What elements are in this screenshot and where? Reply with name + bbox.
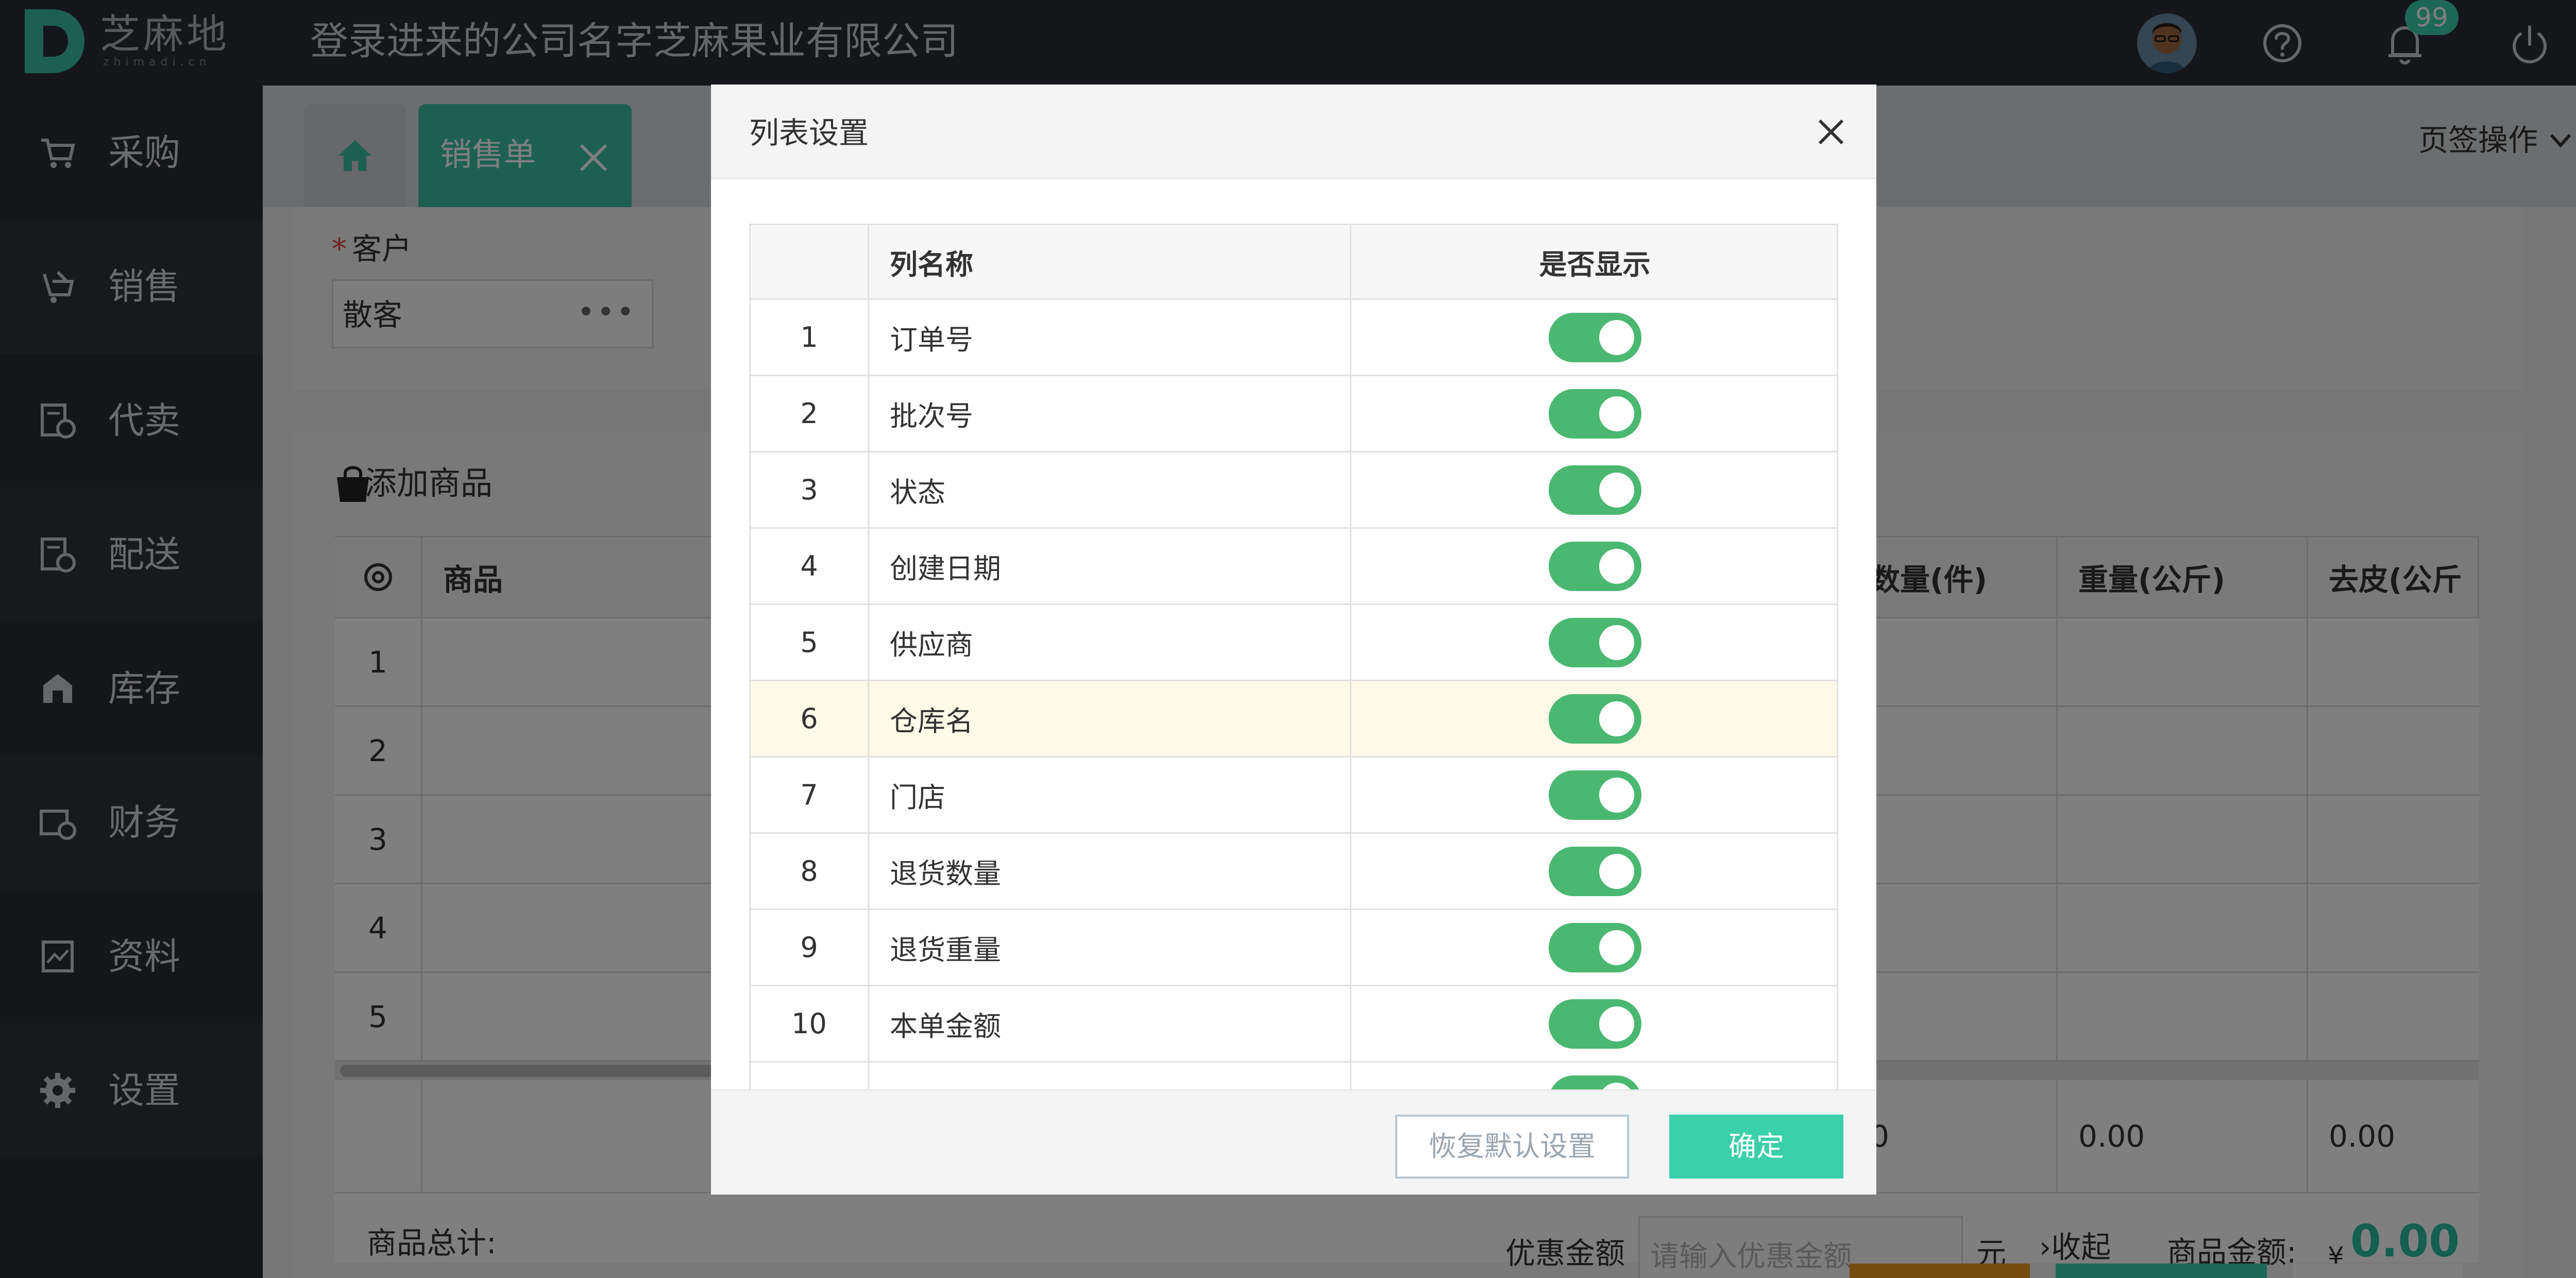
show-toggle[interactable] (1548, 846, 1641, 896)
show-toggle[interactable] (1548, 1075, 1641, 1089)
show-toggle[interactable] (1548, 617, 1641, 667)
row-column-name: 创建日期 (869, 529, 1351, 603)
modal-footer: 恢复默认设置 确定 (711, 1089, 1876, 1195)
modal-header: 列表设置 (711, 85, 1876, 179)
show-toggle[interactable] (1548, 389, 1641, 439)
show-toggle[interactable] (1548, 999, 1641, 1049)
show-toggle[interactable] (1548, 694, 1641, 744)
header-column-name: 列名称 (869, 225, 1351, 298)
show-toggle[interactable] (1548, 312, 1641, 362)
table-row: 5 供应商 (749, 605, 1838, 681)
row-column-name: 批次号 (869, 376, 1351, 451)
show-toggle[interactable] (1548, 922, 1641, 972)
table-row: 7 门店 (749, 758, 1838, 834)
table-row-highlighted: 6 仓库名 (749, 681, 1838, 758)
column-settings-modal: 列表设置 列名称 是否显示 1 订单号 2 批次号 3 状态 4 创建日期 5 … (711, 85, 1876, 1195)
table-row: 1 订单号 (749, 300, 1838, 376)
row-index (751, 1063, 869, 1089)
row-column-name: 退货数量 (869, 834, 1351, 909)
row-index: 5 (751, 605, 869, 680)
table-row: 9 退货重量 (749, 910, 1838, 986)
row-column-name: 退货重量 (869, 910, 1351, 985)
row-column-name: 状态 (869, 452, 1351, 527)
row-index: 8 (751, 834, 869, 909)
row-column-name: 仓库名 (869, 681, 1351, 756)
row-column-name: 本单金额 (869, 986, 1351, 1061)
close-icon[interactable] (1815, 115, 1848, 148)
row-index: 10 (751, 986, 869, 1061)
row-index: 2 (751, 376, 869, 451)
show-toggle[interactable] (1548, 541, 1641, 591)
show-toggle[interactable] (1548, 770, 1641, 820)
header-show: 是否显示 (1539, 248, 1651, 281)
row-column-name: 订单号 (869, 300, 1351, 375)
table-header-row: 列名称 是否显示 (749, 224, 1838, 300)
row-index: 1 (751, 300, 869, 375)
row-index: 7 (751, 758, 869, 832)
table-row: 3 状态 (749, 452, 1838, 529)
table-row: 4 创建日期 (749, 529, 1838, 605)
table-row: 2 批次号 (749, 376, 1838, 452)
row-index: 6 (751, 681, 869, 756)
row-column-name (869, 1063, 1351, 1089)
confirm-button[interactable]: 确定 (1669, 1115, 1843, 1179)
table-row: 8 退货数量 (749, 834, 1838, 910)
row-index: 3 (751, 452, 869, 527)
header-index (751, 225, 869, 298)
row-column-name: 供应商 (869, 605, 1351, 680)
reset-default-button[interactable]: 恢复默认设置 (1395, 1115, 1629, 1179)
table-row-partial (749, 1063, 1838, 1089)
show-toggle[interactable] (1548, 465, 1641, 515)
table-row: 10 本单金额 (749, 986, 1838, 1063)
row-index: 9 (751, 910, 869, 985)
modal-title: 列表设置 (749, 115, 869, 150)
row-index: 4 (751, 529, 869, 603)
row-column-name: 门店 (869, 758, 1351, 832)
modal-body[interactable]: 列名称 是否显示 1 订单号 2 批次号 3 状态 4 创建日期 5 供应商 6… (749, 224, 1838, 1089)
